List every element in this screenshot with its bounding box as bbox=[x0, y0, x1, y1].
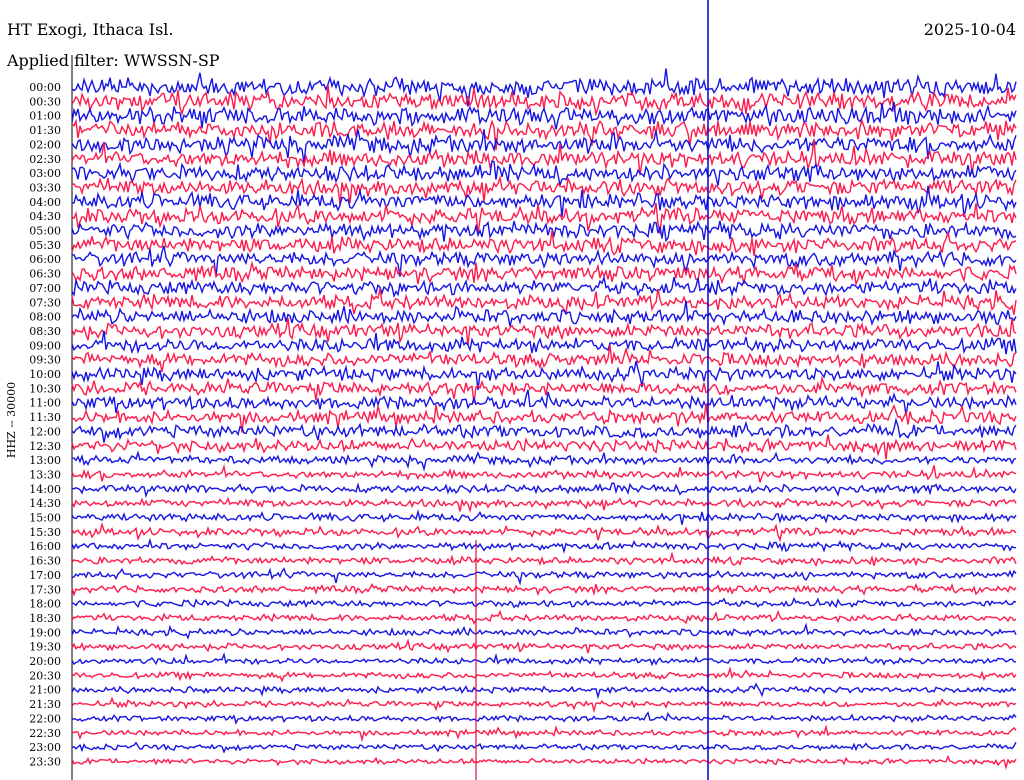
time-tick-label: 06:00 bbox=[29, 253, 61, 266]
trace-line-2200 bbox=[71, 711, 1017, 725]
trace-line-1430 bbox=[71, 497, 1017, 514]
trace-line-1030 bbox=[71, 375, 1017, 404]
time-tick-label: 01:30 bbox=[29, 124, 61, 137]
trace-line-2100 bbox=[71, 682, 1017, 700]
trace-line-1930 bbox=[71, 638, 1017, 654]
time-tick-label: 16:00 bbox=[29, 540, 61, 553]
time-tick-label: 06:30 bbox=[29, 268, 61, 281]
trace-line-1700 bbox=[71, 567, 1017, 586]
trace-line-2130 bbox=[71, 696, 1017, 714]
time-tick-label: 02:00 bbox=[29, 138, 61, 151]
time-tick-label: 11:30 bbox=[29, 411, 61, 424]
time-tick-label: 14:00 bbox=[29, 483, 61, 496]
trace-line-2330 bbox=[71, 754, 1017, 770]
time-tick-label: 20:30 bbox=[29, 669, 61, 682]
helicorder-plot: 00:0000:30 01:0001:3002:00 02:3003:0003:30… bbox=[29, 0, 1017, 780]
time-tick-label: 11:00 bbox=[29, 397, 61, 410]
trace-line-1530 bbox=[71, 522, 1017, 543]
time-tick-label: 23:30 bbox=[29, 755, 61, 768]
trace-line-0530 bbox=[71, 230, 1017, 257]
time-tick-label: 20:00 bbox=[29, 655, 61, 668]
time-tick-label: 07:00 bbox=[29, 282, 61, 295]
time-tick-label: 05:30 bbox=[29, 239, 61, 252]
trace-line-1300 bbox=[71, 450, 1017, 472]
trace-line-1800 bbox=[71, 596, 1017, 609]
trace-line-1730 bbox=[71, 582, 1017, 597]
time-tick-label: 13:30 bbox=[29, 468, 61, 481]
time-tick-label: 18:00 bbox=[29, 598, 61, 611]
time-tick-label: 12:30 bbox=[29, 440, 61, 453]
time-tick-label: 16:30 bbox=[29, 555, 61, 568]
trace-line-0730 bbox=[71, 288, 1017, 316]
trace-line-2300 bbox=[71, 741, 1017, 754]
time-tick-label: 00:30 bbox=[29, 95, 61, 108]
time-tick-label: 09:30 bbox=[29, 354, 61, 367]
trace-line-1900 bbox=[71, 622, 1017, 640]
time-tick-label: 19:30 bbox=[29, 641, 61, 654]
time-tick-label: 03:00 bbox=[29, 167, 61, 180]
time-tick-label: 14:30 bbox=[29, 497, 61, 510]
trace-line-1500 bbox=[71, 509, 1017, 525]
trace-line-1400 bbox=[71, 482, 1017, 499]
time-tick-label: 13:00 bbox=[29, 454, 61, 467]
trace-line-0700 bbox=[71, 274, 1017, 299]
time-tick-label: 15:30 bbox=[29, 526, 61, 539]
trace-line-2230 bbox=[71, 724, 1017, 743]
time-tick-label: 18:30 bbox=[29, 612, 61, 625]
time-tick-label: 00:00 bbox=[29, 81, 61, 94]
time-tick-label: 10:00 bbox=[29, 368, 61, 381]
time-tick-label: 17:00 bbox=[29, 569, 61, 582]
time-tick-label: 19:00 bbox=[29, 626, 61, 639]
time-tick-label: 02:30 bbox=[29, 153, 61, 166]
time-tick-label: 04:30 bbox=[29, 210, 61, 223]
time-tick-label: 05:00 bbox=[29, 225, 61, 238]
time-tick-label: 07:30 bbox=[29, 296, 61, 309]
time-tick-label: 03:30 bbox=[29, 181, 61, 194]
trace-line-1600 bbox=[71, 537, 1017, 555]
time-tick-label: 23:00 bbox=[29, 741, 61, 754]
time-tick-label: 08:30 bbox=[29, 325, 61, 338]
time-tick-label: 10:30 bbox=[29, 382, 61, 395]
time-tick-label: 08:00 bbox=[29, 311, 61, 324]
time-tick-label: 04:00 bbox=[29, 196, 61, 209]
trace-line-2000 bbox=[71, 652, 1017, 667]
time-tick-label: 22:30 bbox=[29, 727, 61, 740]
time-tick-label: 21:30 bbox=[29, 698, 61, 711]
time-tick-label: 15:00 bbox=[29, 512, 61, 525]
time-tick-label: 09:00 bbox=[29, 339, 61, 352]
time-tick-label: 12:00 bbox=[29, 425, 61, 438]
time-tick-label: 21:00 bbox=[29, 684, 61, 697]
trace-line-1230 bbox=[71, 434, 1017, 460]
trace-line-1330 bbox=[71, 464, 1017, 483]
trace-line-1830 bbox=[71, 609, 1017, 625]
time-tick-label: 17:30 bbox=[29, 583, 61, 596]
trace-line-0830 bbox=[71, 317, 1017, 346]
trace-line-1630 bbox=[71, 551, 1017, 568]
time-tick-label: 01:00 bbox=[29, 110, 61, 123]
time-tick-label: 22:00 bbox=[29, 712, 61, 725]
trace-line-2030 bbox=[71, 666, 1017, 683]
